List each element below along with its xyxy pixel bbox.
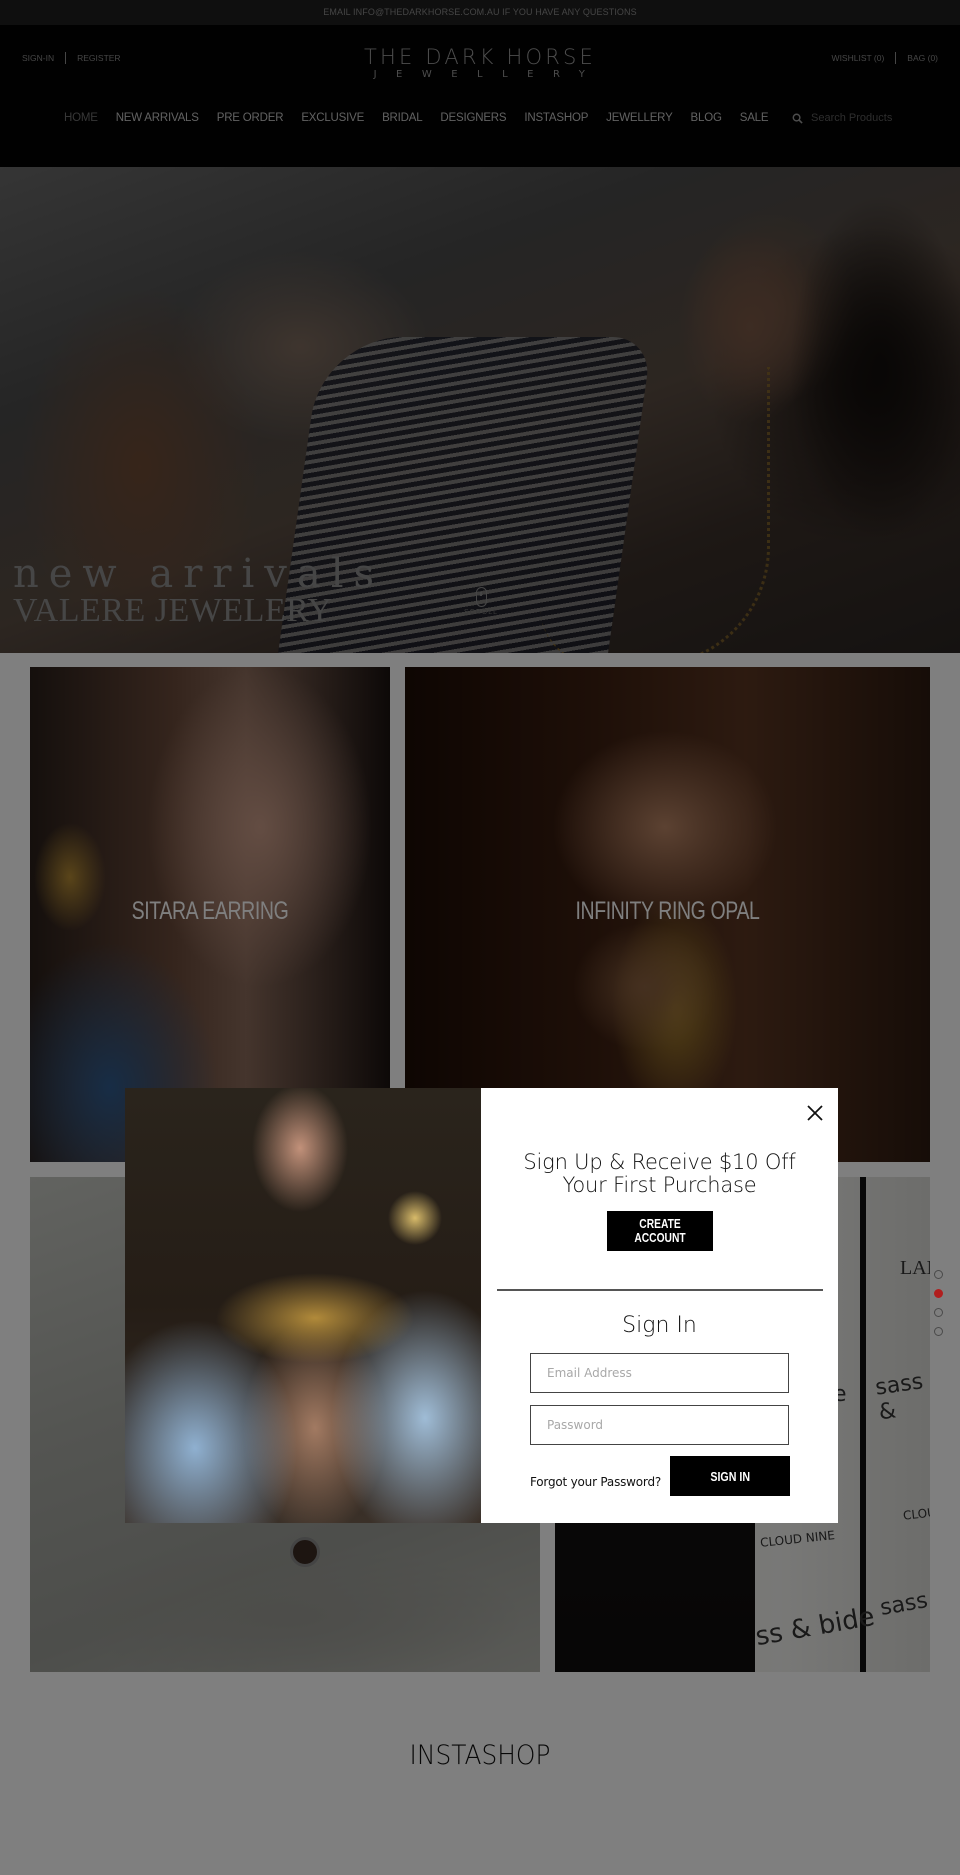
sign-in-title: Sign In (622, 1313, 697, 1338)
signup-modal: Sign Up & Receive $10 Off Your First Pur… (125, 1088, 838, 1523)
sign-in-button[interactable]: SIGN IN (670, 1456, 790, 1496)
close-icon[interactable] (805, 1103, 825, 1123)
forgot-password-link[interactable]: Forgot your Password? (530, 1475, 661, 1489)
modal-overlay[interactable] (0, 0, 960, 1875)
slider-dots (934, 1270, 944, 1346)
password-field[interactable] (530, 1405, 789, 1445)
create-account-label: CREATE ACCOUNT (634, 1217, 686, 1245)
divider (497, 1289, 823, 1291)
signup-headline: Sign Up & Receive $10 Off Your First Pur… (481, 1151, 838, 1197)
signup-headline-line1: Sign Up & Receive $10 Off (523, 1150, 796, 1174)
modal-form-panel: Sign Up & Receive $10 Off Your First Pur… (481, 1088, 838, 1523)
signup-headline-line2: Your First Purchase (562, 1173, 757, 1197)
slider-dot[interactable] (934, 1327, 943, 1336)
create-account-button[interactable]: CREATE ACCOUNT (607, 1211, 713, 1251)
modal-promo-image (125, 1088, 481, 1523)
sign-in-label: SIGN IN (710, 1468, 750, 1484)
email-field[interactable] (530, 1353, 789, 1393)
slider-dot[interactable] (934, 1308, 943, 1317)
slider-dot-active[interactable] (934, 1289, 943, 1298)
slider-dot[interactable] (934, 1270, 943, 1279)
